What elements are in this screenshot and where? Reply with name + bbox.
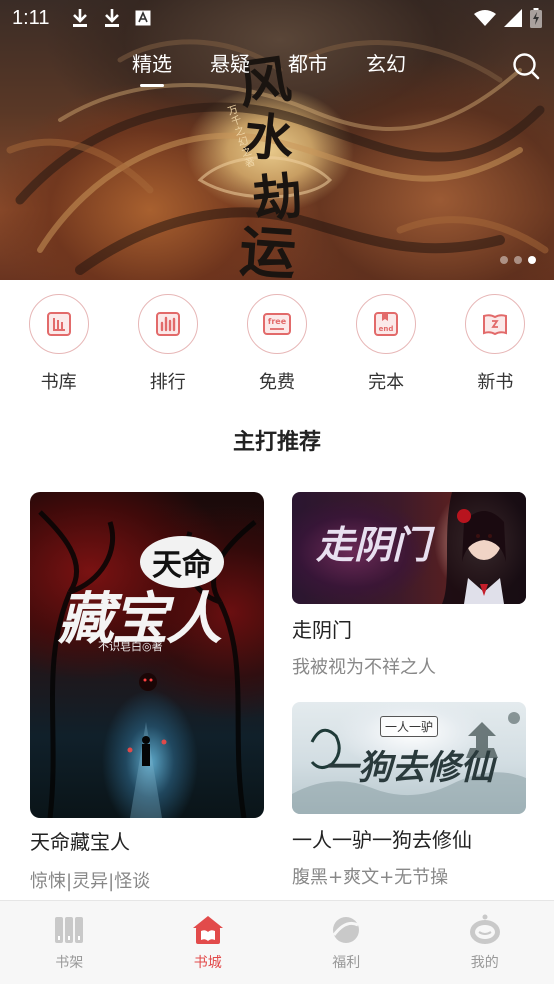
banner-dot[interactable] (514, 256, 522, 264)
tab-fantasy[interactable]: 玄幻 (366, 48, 406, 77)
bookshelf-icon (53, 914, 85, 946)
shortcut-completed[interactable]: end 完本 (336, 294, 436, 394)
profile-icon (469, 914, 501, 946)
book-cover: 天命 藏宝人 不识皂白◎著 (30, 492, 264, 818)
banner-pagination (500, 256, 536, 264)
banner-dot[interactable] (500, 256, 508, 264)
new-book-icon (465, 294, 526, 354)
signal-icon (504, 9, 522, 27)
nav-label: 我的 (470, 954, 499, 971)
category-tabs: 精选 悬疑 都市 玄幻 (132, 48, 406, 87)
banner-dot-active[interactable] (528, 256, 536, 264)
book-card-small[interactable]: 走阴门 走阴门 我被视为不祥之人 (292, 492, 526, 679)
tab-featured[interactable]: 精选 (132, 48, 172, 87)
tab-suspense[interactable]: 悬疑 (210, 48, 250, 77)
welfare-icon (330, 914, 362, 946)
nav-profile[interactable]: 我的 (425, 914, 545, 972)
cover-author: 不识皂白◎著 (98, 640, 163, 653)
shortcut-label: 排行 (149, 372, 186, 393)
shortcut-label: 新书 (477, 372, 514, 393)
book-cover: 走阴门 (292, 492, 526, 604)
svg-text:free: free (268, 317, 287, 326)
shortcut-label: 完本 (368, 372, 405, 393)
shortcut-free[interactable]: free 免费 (227, 294, 327, 394)
nav-bookstore[interactable]: 书城 (148, 914, 268, 972)
book-title: 天命藏宝人 (30, 830, 130, 854)
banner-title-char-4: 运 (237, 218, 298, 280)
section-title: 主打推荐 (232, 430, 321, 455)
nav-bookshelf[interactable]: 书架 (9, 914, 129, 972)
book-tags: 惊悚|灵异|怪谈 (30, 871, 151, 892)
download-icon (105, 9, 120, 27)
bookstore-icon (192, 914, 224, 946)
book-title: 走阴门 (292, 618, 352, 642)
svg-text:end: end (379, 325, 394, 333)
book-title: 一人一驴一狗去修仙 (292, 828, 472, 852)
tab-urban[interactable]: 都市 (288, 48, 328, 77)
completed-icon: end (356, 294, 417, 354)
search-icon[interactable] (512, 52, 540, 80)
battery-charging-icon (530, 8, 542, 28)
shortcut-ranking[interactable]: 排行 (118, 294, 218, 394)
book-cover: 一人一驴 一狗去修仙 (292, 702, 526, 814)
shortcut-label: 免费 (258, 372, 295, 393)
cover-subtitle: 一人一驴 (380, 716, 439, 737)
download-icon (73, 9, 88, 27)
hero-banner[interactable]: 1:11 精选 悬疑 都市 玄幻 风 水 劫 运 万千之幻之著 (0, 0, 554, 280)
status-bar: 1:11 (0, 0, 554, 36)
nav-label: 福利 (332, 954, 361, 971)
book-card-small[interactable]: 一人一驴 一狗去修仙 一人一驴一狗去修仙 腹黑+爽文+无节操 (292, 702, 526, 889)
ranking-icon (137, 294, 198, 354)
category-shortcuts: 书库 排行 free 免费 end 完本 新书 (0, 294, 554, 394)
cover-title: 一狗去修仙 (324, 748, 494, 788)
nav-label: 书架 (55, 954, 84, 971)
nav-welfare[interactable]: 福利 (286, 914, 406, 972)
library-icon (28, 294, 89, 354)
wifi-icon (474, 10, 496, 26)
cover-forest-art (38, 510, 257, 818)
cover-title: 走阴门 (316, 522, 431, 567)
a-icon (135, 10, 151, 26)
status-time: 1:11 (12, 6, 50, 29)
book-card-featured[interactable]: 天命 藏宝人 不识皂白◎著 天命藏宝人 惊悚|灵异|怪谈 (30, 492, 264, 893)
shortcut-label: 书库 (40, 372, 77, 393)
free-icon: free (246, 294, 307, 354)
bottom-navigation: 书架 书城 福利 我的 (0, 900, 554, 984)
book-tags: 腹黑+爽文+无节操 (292, 867, 449, 888)
nav-label: 书城 (193, 954, 222, 971)
shortcut-library[interactable]: 书库 (9, 294, 109, 394)
shortcut-new-books[interactable]: 新书 (445, 294, 545, 394)
book-tags: 我被视为不祥之人 (292, 657, 436, 678)
